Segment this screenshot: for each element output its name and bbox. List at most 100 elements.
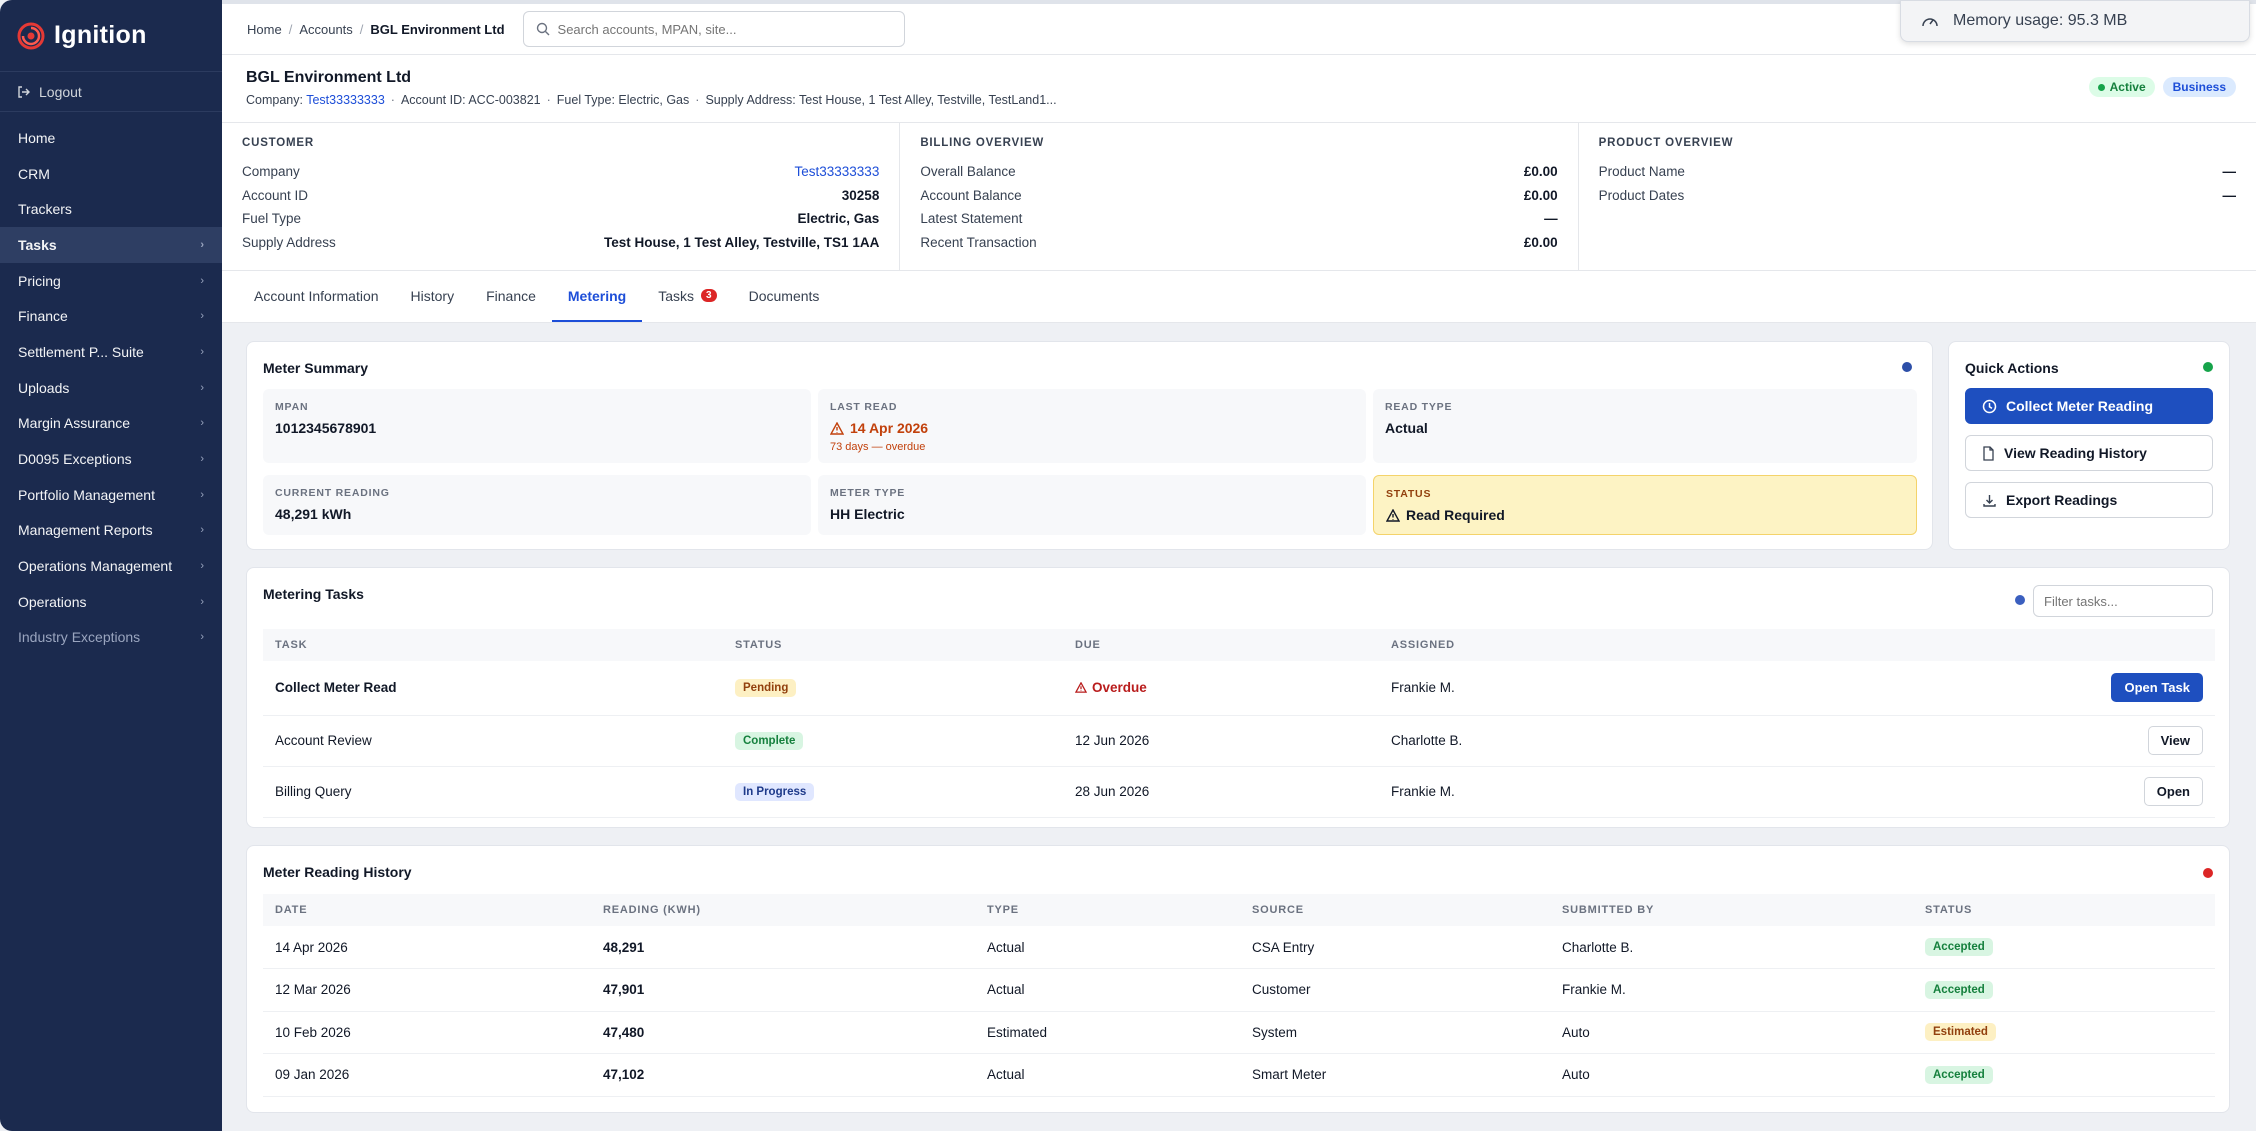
- sidebar-item-operations[interactable]: Operations ›: [0, 584, 222, 620]
- tab-tasks[interactable]: Tasks 3: [642, 271, 732, 322]
- row-value: —: [2222, 164, 2236, 180]
- sidebar-item-home[interactable]: Home: [0, 120, 222, 156]
- gauge-icon: [1922, 18, 1938, 27]
- sidebar-item-operations-management[interactable]: Operations Management ›: [0, 548, 222, 584]
- sidebar-item-tasks[interactable]: Tasks ›: [0, 227, 222, 263]
- status-pill: Pending: [735, 678, 797, 697]
- sidebar-item-margin-assurance[interactable]: Margin Assurance ›: [0, 406, 222, 442]
- column-header: READING (KWH): [591, 894, 975, 926]
- sidebar-item-finance[interactable]: Finance ›: [0, 298, 222, 334]
- reading-type: Estimated: [975, 1011, 1240, 1054]
- search-input[interactable]: [557, 21, 878, 37]
- sidebar-item-label: Industry Exceptions: [18, 629, 141, 646]
- filter-tasks-input[interactable]: [2044, 593, 2204, 609]
- product-row-product-name: Product Name —: [1599, 160, 2236, 184]
- logout-label: Logout: [39, 83, 82, 100]
- sidebar-item-label: Tasks: [18, 236, 57, 253]
- reading-status: Accepted: [1913, 1053, 2215, 1097]
- sidebar-item-trackers[interactable]: Trackers: [0, 191, 222, 227]
- sidebar-item-label: CRM: [18, 165, 50, 182]
- sidebar-item-d0095-exceptions[interactable]: D0095 Exceptions ›: [0, 441, 222, 477]
- column-header: DATE: [263, 894, 591, 926]
- last-read-value: 14 Apr 2026: [850, 420, 929, 436]
- company-label: Company:: [246, 93, 303, 107]
- tab-finance[interactable]: Finance: [470, 271, 552, 322]
- breadcrumb-home[interactable]: Home: [247, 22, 282, 37]
- task-name: Account Review: [263, 715, 723, 767]
- tab-documents[interactable]: Documents: [733, 271, 836, 322]
- sidebar-item-settlement-p-suite[interactable]: Settlement P... Suite ›: [0, 334, 222, 370]
- product-title: PRODUCT OVERVIEW: [1598, 137, 1734, 149]
- export-readings-button[interactable]: Export Readings: [1965, 482, 2213, 518]
- row-value: 30258: [841, 187, 880, 203]
- last-read-overdue: 73 days — overdue: [830, 441, 926, 453]
- reading-submitted-by: Frankie M.: [1550, 968, 1913, 1012]
- column-header: SUBMITTED BY: [1550, 894, 1913, 926]
- tab-account-information[interactable]: Account Information: [238, 271, 395, 322]
- view-button[interactable]: View: [2147, 726, 2203, 755]
- task-action: Open Task: [1909, 661, 2215, 716]
- chevron-right-icon: ›: [200, 417, 204, 430]
- column-header: TASK: [263, 629, 723, 661]
- memory-usage-toast: Memory usage: 95.3 MB: [1900, 0, 2250, 42]
- read-type-tile: READ TYPE Actual: [1373, 389, 1917, 463]
- last-read-tile: LAST READ 14 Apr 2026 73 days — overdue: [818, 389, 1366, 463]
- row-value: Test House, 1 Test Alley, Testville, TS1…: [603, 234, 880, 250]
- tab-history[interactable]: History: [395, 271, 471, 322]
- global-search[interactable]: [522, 11, 905, 47]
- app-logo[interactable]: Ignition: [0, 0, 222, 72]
- company-link[interactable]: Test33333333: [306, 93, 385, 107]
- reading-value: 47,102: [591, 1053, 975, 1097]
- reading-history-title: Meter Reading History: [263, 864, 412, 880]
- logout-button[interactable]: Logout: [0, 72, 222, 112]
- reading-type: Actual: [975, 968, 1240, 1012]
- warning-icon: [1075, 681, 1087, 693]
- account-meta: Company: Test33333333 · Account ID: ACC-00…: [246, 93, 1057, 107]
- open-button[interactable]: Open: [2143, 777, 2203, 806]
- status-pill: Accepted: [1925, 938, 1993, 956]
- row-label: Account Balance: [920, 187, 1022, 203]
- sidebar-item-label: D0095 Exceptions: [18, 451, 132, 468]
- column-header: TYPE: [975, 894, 1240, 926]
- view-reading-history-button[interactable]: View Reading History: [1965, 435, 2213, 471]
- reading-source: System: [1240, 1011, 1550, 1054]
- row-label: Product Name: [1598, 164, 1685, 180]
- sidebar-item-pricing[interactable]: Pricing ›: [0, 263, 222, 299]
- clock-icon: [1982, 399, 1997, 413]
- filter-tasks[interactable]: [2033, 585, 2213, 617]
- reading-status: Accepted: [1913, 968, 2215, 1012]
- chevron-right-icon: ›: [200, 238, 204, 251]
- row-label: Product Dates: [1598, 187, 1685, 203]
- sidebar-item-portfolio-management[interactable]: Portfolio Management ›: [0, 477, 222, 513]
- breadcrumb-accounts[interactable]: Accounts: [299, 22, 352, 37]
- customer-row-company: Company Test33333333: [242, 160, 879, 184]
- due-date: 28 Jun 2026: [1075, 784, 1150, 799]
- column-header: SOURCE: [1240, 894, 1550, 926]
- sidebar-item-crm[interactable]: CRM: [0, 156, 222, 192]
- sidebar-item-industry-exceptions[interactable]: Industry Exceptions ›: [0, 620, 222, 656]
- chevron-right-icon: ›: [200, 345, 204, 358]
- sidebar-item-label: Settlement P... Suite: [18, 343, 144, 360]
- quick-actions-status-dot: [2203, 362, 2213, 372]
- collect-meter-reading-button[interactable]: Collect Meter Reading: [1965, 388, 2213, 424]
- row-value[interactable]: Test33333333: [795, 164, 880, 179]
- column-header: STATUS: [723, 629, 1063, 661]
- metering-tasks-title: Metering Tasks: [263, 586, 364, 602]
- reading-history-status-dot: [2203, 868, 2213, 878]
- task-assigned: Frankie M.: [1379, 661, 1909, 716]
- open-task-button[interactable]: Open Task: [2111, 673, 2203, 703]
- task-action: Open: [1909, 766, 2215, 818]
- reading-history-card: Meter Reading History DATE READING (KWH) T…: [246, 845, 2230, 1113]
- reading-history-table: DATE READING (KWH) TYPE SOURCE SUBMITTED BY S…: [263, 894, 2215, 1097]
- breadcrumb: Home / Accounts / BGL Environment Ltd: [247, 21, 505, 37]
- ignition-logo-icon: [17, 22, 45, 49]
- sidebar-item-label: Pricing: [18, 272, 61, 289]
- sidebar-item-management-reports[interactable]: Management Reports ›: [0, 513, 222, 549]
- task-assigned: Frankie M.: [1379, 766, 1909, 818]
- segment-badge: Business: [2162, 77, 2236, 97]
- metering-tasks-table: TASK STATUS DUE ASSIGNED Collect Meter Read…: [263, 629, 2215, 818]
- tab-metering[interactable]: Metering: [551, 271, 643, 322]
- sidebar-nav: Home CRM Trackers Tasks › Pricing › Finance › Set…: [0, 120, 222, 655]
- chevron-right-icon: ›: [200, 595, 204, 608]
- sidebar-item-uploads[interactable]: Uploads ›: [0, 370, 222, 406]
